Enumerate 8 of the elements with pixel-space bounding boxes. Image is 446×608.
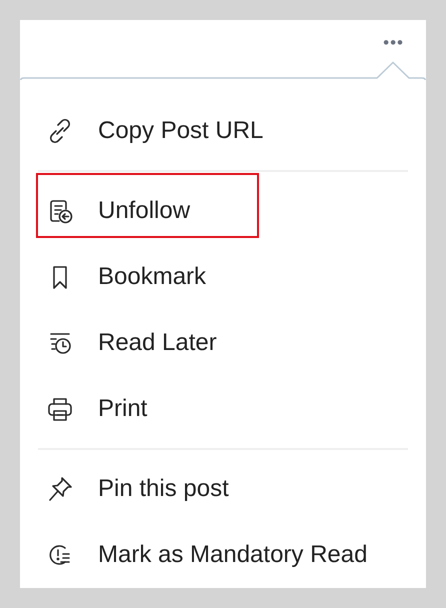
menu-item[interactable]: Read Later xyxy=(98,328,217,358)
more-button[interactable]: ••• xyxy=(379,31,408,55)
menu-item[interactable]: Print xyxy=(98,394,148,424)
menu-item[interactable]: Mark as Mandatory Read xyxy=(98,540,368,570)
menu-item[interactable]: Pin this post xyxy=(98,474,229,504)
menu-item[interactable]: Unfollow xyxy=(98,196,190,226)
menu-item[interactable]: Bookmark xyxy=(98,262,206,292)
menu-item[interactable]: Copy Post URL xyxy=(98,116,264,146)
